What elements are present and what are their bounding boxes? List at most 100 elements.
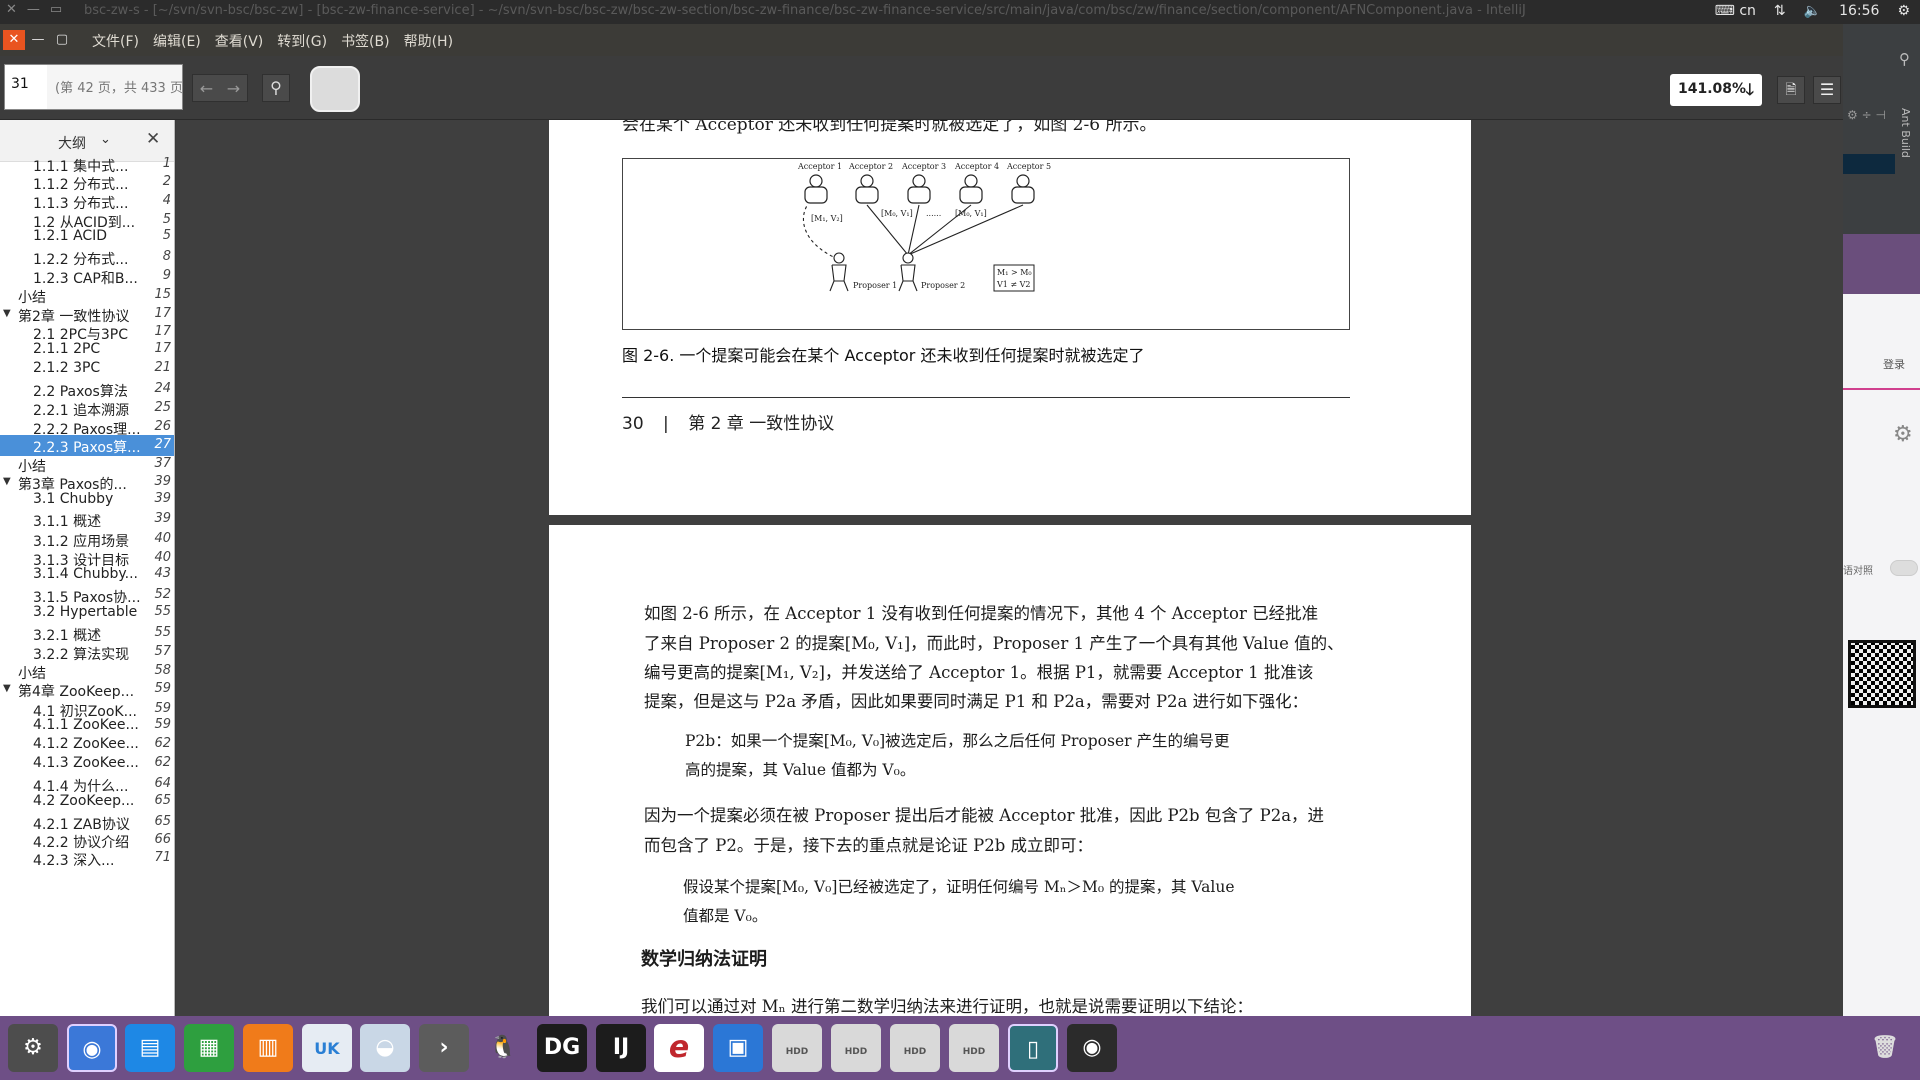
outline-item-page: 25	[154, 400, 171, 415]
find-button[interactable]: ⚲	[262, 74, 290, 102]
outline-item[interactable]: 1.2.2 分布式... 8	[0, 247, 174, 268]
power-gear-icon[interactable]: ⚙	[1897, 3, 1910, 19]
outline-item[interactable]: 1.1.2 分布式... 2	[0, 172, 174, 193]
outline-item[interactable]: 3.2.2 算法实现 57	[0, 642, 174, 663]
outline-item-label: 4.2 ZooKeep...	[33, 793, 135, 809]
expand-triangle-icon[interactable]: ▼	[3, 476, 11, 487]
expand-triangle-icon[interactable]: ▼	[3, 683, 11, 694]
document-canvas[interactable]: 会在某个 Acceptor 还未收到任何提案时就被选定了，如图 2-6 所示。 …	[176, 120, 1843, 1016]
maximize-icon[interactable]: ▭	[50, 2, 62, 17]
settings-gear-icon[interactable]: ⚙	[1893, 422, 1913, 447]
dots-label: ......	[926, 209, 941, 218]
menu-bookmarks[interactable]: 书签(B)	[341, 31, 390, 51]
gear-icon[interactable]: ⚙ ÷ ⊣	[1847, 108, 1886, 122]
outline-item[interactable]: 2.1.2 3PC 21	[0, 358, 174, 379]
taskbar-glyph: HDD	[903, 1047, 927, 1057]
minimize-icon[interactable]: —	[27, 2, 40, 17]
annotations-button[interactable]: 🗎	[1777, 76, 1805, 104]
remote-desktop-icon[interactable]: ◒	[360, 1024, 410, 1072]
outline-item[interactable]: 3.2.1 概述 55	[0, 623, 174, 644]
close-sidebar-icon[interactable]: ✕	[146, 129, 160, 149]
qr-code-image	[1848, 640, 1916, 708]
disk-3-icon[interactable]: HDD	[890, 1024, 940, 1072]
outline-item[interactable]: ▼ 第4章 ZooKeep... 59	[0, 679, 174, 700]
menu-file[interactable]: 文件(F)	[92, 31, 139, 51]
outline-item-label: 3.1.4 Chubby...	[33, 566, 139, 582]
outline-item[interactable]: 3.1.2 应用场景 40	[0, 529, 174, 550]
intellij-icon[interactable]: IJ	[596, 1024, 646, 1072]
input-method[interactable]: cn	[1739, 3, 1756, 19]
outline-item[interactable]: 3.1 Chubby 39	[0, 489, 174, 510]
disk-1-icon[interactable]: HDD	[772, 1024, 822, 1072]
menu-help[interactable]: 帮助(H)	[404, 31, 453, 51]
outline-item[interactable]: 3.1.1 概述 39	[0, 509, 174, 530]
document-viewer-icon[interactable]: ▯	[1008, 1024, 1058, 1072]
login-link[interactable]: 登录	[1883, 356, 1905, 372]
figure-diagram: Acceptor 1 Acceptor 2 Acceptor 3 Accepto…	[797, 162, 1051, 292]
outline-item[interactable]: 3.1.4 Chubby... 43	[0, 564, 174, 585]
window-close-button[interactable]: ✕	[3, 30, 25, 50]
presentation-icon[interactable]: ▥	[243, 1024, 293, 1072]
datagrip-icon[interactable]: DG	[537, 1024, 587, 1072]
page-text-line: 会在某个 Acceptor 还未收到任何提案时就被选定了，如图 2-6 所示。	[622, 120, 1157, 135]
eclipse-e-icon[interactable]: e	[654, 1024, 704, 1072]
files-icon[interactable]: ▣	[713, 1024, 763, 1072]
spreadsheet-icon[interactable]: ▦	[184, 1024, 234, 1072]
media-player-icon[interactable]: ◉	[1067, 1024, 1117, 1072]
acceptor-figure	[1011, 174, 1035, 204]
menu-go[interactable]: 转到(G)	[277, 31, 327, 51]
document-edit-icon: 🗎	[1785, 82, 1797, 98]
next-page-icon[interactable]: →	[227, 79, 240, 98]
outline-item[interactable]: 2.1.1 2PC 17	[0, 339, 174, 360]
outline-item[interactable]: 1.2.3 CAP和B... 9	[0, 266, 174, 287]
outline-item[interactable]: 4.2 ZooKeep... 65	[0, 791, 174, 812]
search-icon[interactable]: ⚲	[1899, 50, 1910, 68]
outline-item[interactable]: 2.2.1 追本溯源 25	[0, 398, 174, 419]
ant-build-tab[interactable]: Ant Build	[1899, 108, 1912, 158]
menu-edit[interactable]: 编辑(E)	[153, 31, 201, 51]
clock[interactable]: 16:56	[1839, 3, 1879, 19]
outline-item-page: 1	[162, 156, 171, 171]
trash-icon[interactable]: 🗑	[1860, 1024, 1910, 1072]
browser-icon[interactable]: ◉	[67, 1024, 117, 1072]
menu-bar: ✕ — ▢ 文件(F) 编辑(E) 查看(V) 转到(G) 书签(B) 帮助(H…	[0, 24, 1843, 56]
close-icon[interactable]: ✕	[6, 2, 17, 17]
toggle-switch[interactable]	[1890, 560, 1918, 576]
chevron-down-icon[interactable]: ⌄	[100, 132, 111, 147]
outline-item[interactable]: 1.1.3 分布式... 4	[0, 191, 174, 212]
section-heading: 数学归纳法证明	[641, 949, 767, 970]
outline-item[interactable]: 3.2 Hypertable 55	[0, 602, 174, 623]
expand-triangle-icon[interactable]: ▼	[3, 308, 11, 319]
ubuntu-kylin-icon[interactable]: UK	[302, 1024, 352, 1072]
toolbar-blank-button[interactable]	[310, 66, 360, 112]
network-icon[interactable]: ⇅	[1774, 3, 1786, 19]
window-minimize-button[interactable]: —	[28, 30, 48, 50]
system-settings-icon[interactable]: ⚙	[8, 1024, 58, 1072]
disk-2-icon[interactable]: HDD	[831, 1024, 881, 1072]
page-text-line: 而包含了 P2。于是，接下去的重点就是论证 P2b 成立即可：	[644, 836, 1093, 855]
outline-item[interactable]: 4.1.2 ZooKee... 62	[0, 734, 174, 755]
keyboard-icon[interactable]: ⌨ cn	[1715, 3, 1756, 19]
outline-item[interactable]: 4.1.1 ZooKee... 59	[0, 715, 174, 736]
outline-item[interactable]: 小结 15	[0, 285, 174, 306]
disk-4-icon[interactable]: HDD	[949, 1024, 999, 1072]
sidebar-mode-select[interactable]: 大纲	[58, 133, 86, 153]
volume-icon[interactable]: 🔈	[1804, 3, 1821, 19]
zoom-select[interactable]: 141.08% 🡓	[1670, 74, 1762, 106]
outline-item[interactable]: 2.2 Paxos算法 24	[0, 379, 174, 400]
terminal-icon[interactable]: ›	[419, 1024, 469, 1072]
menu-view[interactable]: 查看(V)	[215, 31, 264, 51]
outline-item[interactable]: 4.2.3 深入... 71	[0, 848, 174, 869]
page-number-input[interactable]: 31	[4, 64, 48, 110]
qq-icon[interactable]: 🐧	[478, 1024, 528, 1072]
window-maximize-button[interactable]: ▢	[52, 30, 72, 50]
previous-page-icon[interactable]: ←	[200, 79, 213, 98]
hamburger-menu-button[interactable]: ☰	[1813, 76, 1841, 104]
outline-item[interactable]: 2.2.3 Paxos算... 27	[0, 435, 174, 456]
outline-item[interactable]: 4.1.3 ZooKee... 62	[0, 753, 174, 774]
outline-item-label: 4.1.3 ZooKee...	[33, 755, 139, 771]
page-footer: 30 | 第 2 章 一致性协议	[622, 409, 834, 434]
outline-item[interactable]: 1.2.1 ACID 5	[0, 226, 174, 247]
text-editor-icon[interactable]: ▤	[125, 1024, 175, 1072]
taskbar-glyph: UK	[314, 1039, 340, 1058]
